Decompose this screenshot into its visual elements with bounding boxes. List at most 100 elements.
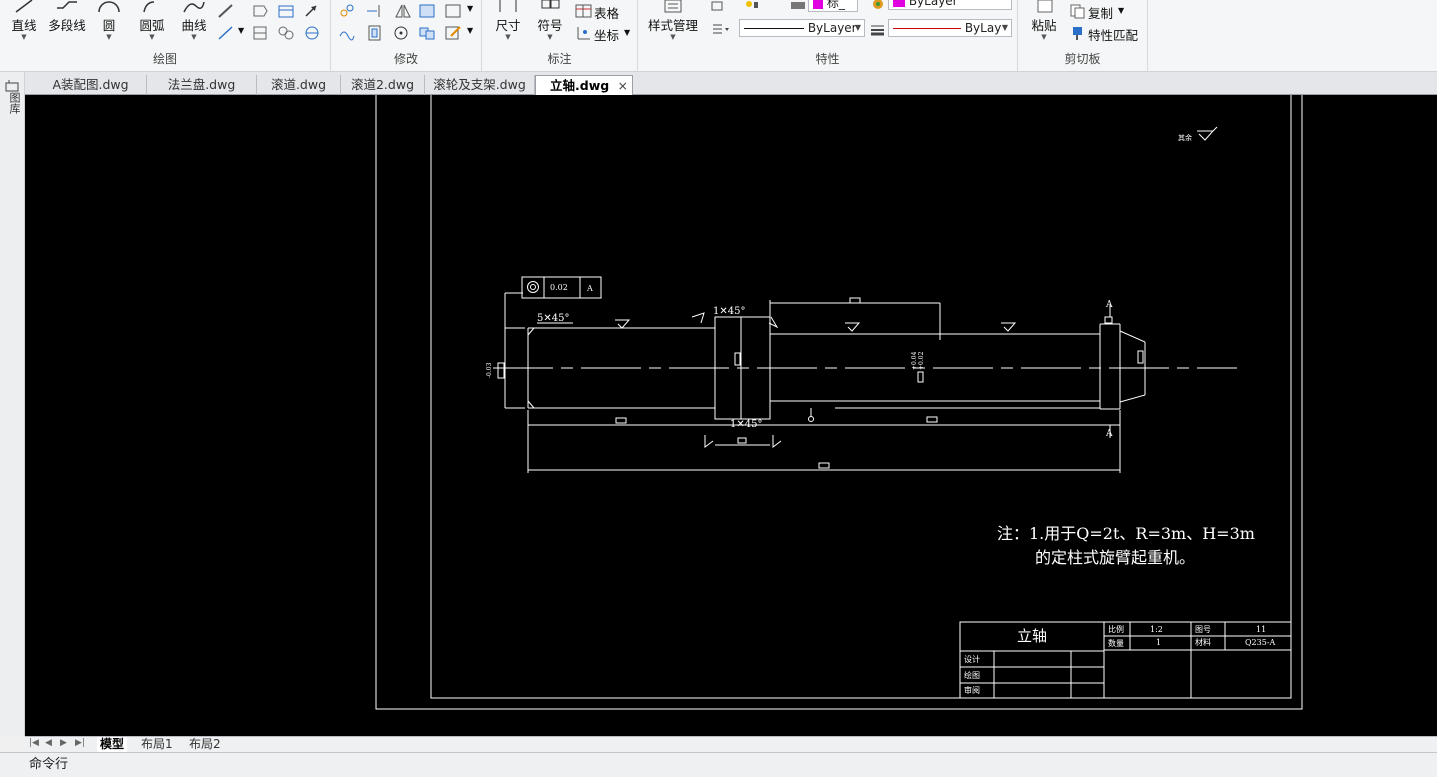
dimension-caret-icon[interactable]: ▼ [492, 33, 524, 41]
layer-color-swatch-icon [813, 0, 823, 9]
edit-icon[interactable] [443, 24, 463, 42]
dim-box [734, 352, 741, 366]
bulb-icon[interactable] [742, 0, 762, 12]
modify-group: ▼ ▼ 修改 [331, 0, 482, 72]
table-insert-icon[interactable] [276, 2, 296, 20]
boundary-icon[interactable] [276, 24, 296, 42]
copy-icon[interactable] [1068, 2, 1088, 20]
linetype-combo-value: ByLayer [807, 21, 857, 35]
match-properties-icon[interactable] [1068, 24, 1088, 42]
coordinate-label[interactable]: 坐标 [594, 25, 619, 44]
close-tab-icon[interactable]: × [618, 76, 628, 96]
prev-layout-icon[interactable]: ◀ [45, 738, 52, 748]
color-wheel-icon[interactable] [868, 0, 888, 12]
coordinate-caret-icon[interactable]: ▼ [624, 28, 630, 37]
first-layout-icon[interactable]: |◀ [29, 738, 39, 748]
lineweight-combo-value: ByLay [964, 21, 1002, 35]
line-button[interactable]: 直线 ▼ [6, 0, 42, 41]
symbol-button[interactable]: 符号 ▼ [534, 0, 566, 41]
arc-button[interactable]: 圆弧 ▼ [134, 0, 170, 41]
lineweight-icon[interactable] [868, 20, 888, 38]
file-tab-4[interactable]: 滚道2.dwg [341, 75, 425, 95]
file-tab-label: 滚轮及支架.dwg [433, 77, 526, 92]
symbol-caret-icon[interactable]: ▼ [534, 33, 566, 41]
layer-combo[interactable]: 标_ [808, 0, 858, 12]
pencil-icon[interactable] [216, 2, 236, 20]
draw-group: 直线 ▼ 多段线 圆 ▼ 圆弧 ▼ 曲线 ▼ ▼ 绘图 [0, 0, 331, 72]
linestyle-list-icon[interactable] [710, 20, 730, 38]
circle-button[interactable]: 圆 ▼ [94, 0, 124, 41]
copy-object-icon[interactable] [337, 24, 357, 42]
curve-button[interactable]: 曲线 ▼ [176, 0, 212, 41]
hatch-icon[interactable] [250, 24, 270, 42]
layout-tab-model[interactable]: 模型 [97, 737, 128, 752]
file-tab-label: 法兰盘.dwg [167, 77, 236, 92]
library-icon[interactable] [5, 80, 19, 92]
trim-icon[interactable] [365, 2, 385, 20]
table-icon[interactable] [574, 2, 594, 20]
rotate-icon[interactable] [391, 24, 411, 42]
last-layout-icon[interactable]: ▶| [75, 738, 85, 748]
arrow-icon[interactable] [302, 2, 322, 20]
curve-caret-icon[interactable]: ▼ [176, 33, 212, 41]
arc-caret-icon[interactable]: ▼ [134, 33, 170, 41]
layout-tab-1[interactable]: 布局1 [141, 737, 173, 752]
library-label[interactable]: 图库 [6, 92, 22, 114]
title-drawing-no-label: 图号 [1195, 625, 1211, 634]
roughness-other-symbol: 其余 [1178, 126, 1218, 142]
scale-icon[interactable] [417, 2, 437, 20]
coordinate-icon[interactable] [574, 24, 594, 42]
file-tab-3[interactable]: 滚道.dwg [257, 75, 341, 95]
style-manager-caret-icon[interactable]: ▼ [644, 33, 702, 41]
command-line[interactable]: 命令行 [0, 752, 1437, 776]
sheet-outer-border [375, 95, 1303, 710]
match-properties-label[interactable]: 特性匹配 [1088, 25, 1138, 44]
rectangle-select-icon[interactable] [443, 2, 463, 20]
title-block: 立轴 比例 1:2 图号 11 数量 1 材料 Q235-A 设计 绘图 审阅 [959, 621, 1292, 699]
offset-icon[interactable] [365, 24, 385, 42]
construction-line-caret-icon[interactable]: ▼ [238, 26, 244, 35]
color-combo[interactable]: ByLayer [888, 0, 1012, 10]
dim-box [926, 416, 938, 423]
line-caret-icon[interactable]: ▼ [6, 33, 42, 41]
dimension-button[interactable]: 尺寸 ▼ [492, 0, 524, 41]
polyline-button[interactable]: 多段线 [44, 0, 90, 34]
symbol-icon [541, 0, 560, 9]
linetype-combo[interactable]: ByLayer ▼ [739, 19, 865, 37]
paste-caret-icon[interactable]: ▼ [1026, 33, 1062, 41]
style-manager-button[interactable]: 样式管理 ▼ [644, 0, 702, 41]
drawing-svg: 其余 0.02 A 5✕45° 1✕45° 1✕45° -0.03 +0.04 … [375, 95, 1303, 710]
polyline-icon [57, 1, 77, 9]
paste-button[interactable]: 粘贴 ▼ [1026, 0, 1062, 41]
table-label[interactable]: 表格 [594, 3, 619, 22]
linetype-caret-icon: ▼ [854, 23, 861, 32]
region-icon[interactable] [250, 2, 270, 20]
copy-label[interactable]: 复制 [1088, 3, 1113, 22]
mirror-icon[interactable] [393, 2, 413, 20]
dim-box [1104, 316, 1113, 324]
file-tab-active[interactable]: 立轴.dwg × [535, 75, 633, 95]
layout-tab-2[interactable]: 布局2 [189, 737, 221, 752]
title-draw-label: 绘图 [964, 670, 980, 680]
line-label: 直线 [11, 18, 37, 33]
printer-icon[interactable] [788, 0, 808, 12]
move-icon[interactable] [337, 2, 357, 20]
circle-label: 圆 [102, 18, 116, 33]
drawing-canvas[interactable]: 其余 0.02 A 5✕45° 1✕45° 1✕45° -0.03 +0.04 … [25, 95, 1437, 736]
circle-caret-icon[interactable]: ▼ [94, 33, 124, 41]
file-tab-2[interactable]: 法兰盘.dwg [147, 75, 257, 95]
title-scale-value: 1:2 [1150, 625, 1163, 634]
rectangle-select-caret-icon[interactable]: ▼ [467, 4, 473, 13]
edit-caret-icon[interactable]: ▼ [467, 26, 473, 35]
layer-tools-icon[interactable] [708, 0, 728, 12]
copy-caret-icon[interactable]: ▼ [1118, 6, 1124, 15]
paste-icon [1037, 0, 1053, 13]
next-layout-icon[interactable]: ▶ [60, 738, 67, 748]
globe-icon[interactable] [302, 24, 322, 42]
lineweight-combo[interactable]: ByLay ▼ [888, 19, 1012, 37]
array-icon[interactable] [417, 24, 437, 42]
construction-line-icon[interactable] [216, 24, 236, 42]
file-tab-1[interactable]: A装配图.dwg [35, 75, 147, 95]
file-tab-5[interactable]: 滚轮及支架.dwg [425, 75, 535, 95]
dim-box [849, 297, 861, 304]
